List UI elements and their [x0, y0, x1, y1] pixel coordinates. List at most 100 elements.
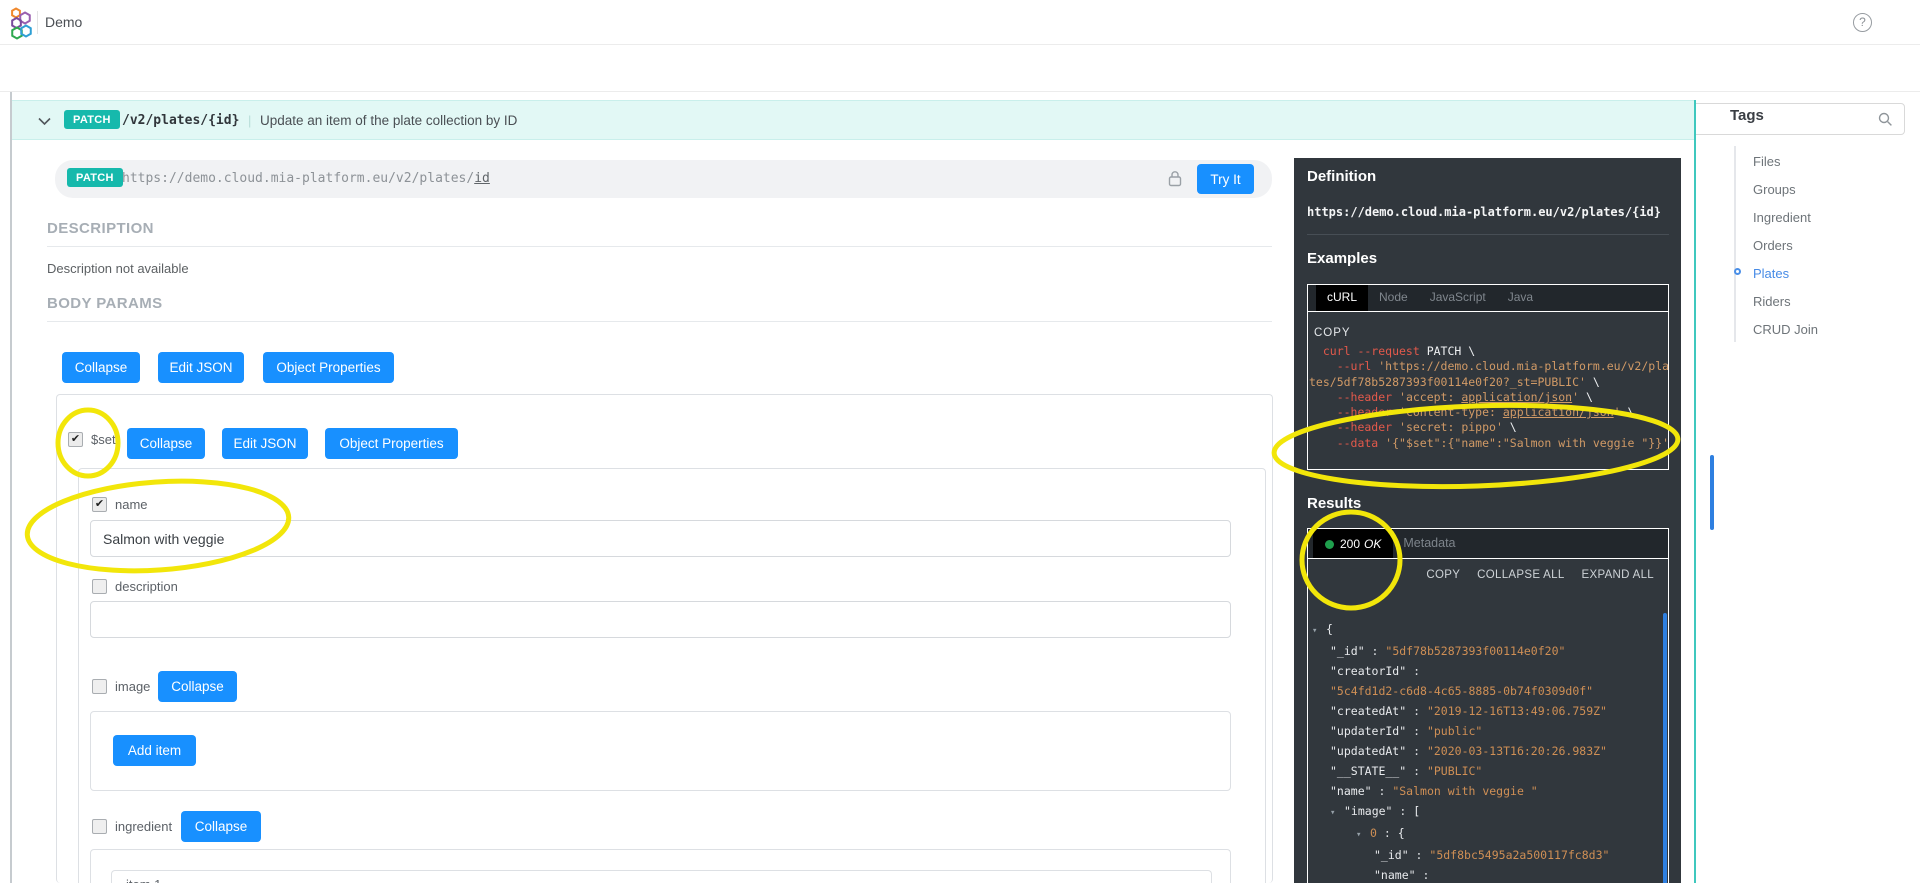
examples-tab-curl[interactable]: cURL — [1316, 285, 1368, 311]
logo-divider — [37, 11, 38, 34]
try-it-button[interactable]: Try It — [1197, 164, 1254, 194]
tag-item-plates[interactable]: Plates — [1753, 259, 1818, 287]
description-field-label: description — [115, 579, 178, 594]
ingredient-item-panel: item 1 — [111, 870, 1212, 883]
curl-code-line: --header 'content-type: application/json… — [1309, 405, 1669, 420]
tag-item-ingredient[interactable]: Ingredient — [1753, 203, 1818, 231]
definition-url: https://demo.cloud.mia-platform.eu/v2/pl… — [1307, 205, 1661, 219]
description-heading: DESCRIPTION — [47, 220, 1272, 247]
documentation-panel: Definition https://demo.cloud.mia-platfo… — [1294, 158, 1681, 883]
tag-item-files[interactable]: Files — [1753, 147, 1818, 175]
endpoint-header[interactable]: PATCH /v2/plates/{id} | Update an item o… — [12, 100, 1694, 140]
results-heading: Results — [1307, 495, 1361, 512]
name-checkbox[interactable]: ✔ — [92, 497, 107, 512]
json-line: ▾"image" : [ — [1312, 801, 1637, 823]
set-edit-json-button[interactable]: Edit JSON — [222, 428, 308, 459]
examples-copy-button[interactable]: COPY — [1314, 327, 1351, 339]
request-url: https://demo.cloud.mia-platform.eu/v2/pl… — [122, 171, 490, 186]
results-copy-button[interactable]: COPY — [1426, 569, 1460, 581]
status-text: OK — [1364, 537, 1381, 551]
json-line: "_id" : "5df78b5287393f00114e0f20" — [1312, 641, 1637, 661]
results-box: 200 OK Metadata COPY COLLAPSE ALL EXPAND A… — [1307, 528, 1669, 883]
ingredient-array-panel: item 1 — [90, 849, 1231, 883]
image-collapse-button[interactable]: Collapse — [158, 671, 237, 702]
tags-list: FilesGroupsIngredientOrdersPlatesRidersC… — [1753, 147, 1818, 343]
ingredient-field-label: ingredient — [115, 819, 172, 834]
collapse-button[interactable]: Collapse — [62, 352, 140, 383]
endpoint-card-left-border — [10, 92, 12, 883]
status-code: 200 — [1340, 537, 1360, 551]
endpoint-card-right-border — [1694, 100, 1696, 883]
curl-code-block: curl --request PATCH \ --url 'https://de… — [1309, 344, 1669, 451]
tag-item-crud-join[interactable]: CRUD Join — [1753, 315, 1818, 343]
examples-tab-node[interactable]: Node — [1368, 285, 1419, 311]
search-icon[interactable] — [1878, 112, 1893, 127]
set-field-label: $set — [91, 432, 116, 447]
method-badge: PATCH — [67, 168, 123, 187]
description-checkbox[interactable] — [92, 579, 107, 594]
url-id-param: id — [474, 171, 490, 186]
help-icon[interactable]: ? — [1853, 13, 1872, 32]
results-collapse-all-button[interactable]: COLLAPSE ALL — [1477, 569, 1564, 581]
examples-tab-java[interactable]: Java — [1497, 285, 1544, 311]
object-properties-button[interactable]: Object Properties — [263, 352, 394, 383]
json-line: "creatorId" : — [1312, 661, 1637, 681]
curl-code-line: --header 'secret: pippo' \ — [1309, 420, 1669, 435]
examples-tab-javascript[interactable]: JavaScript — [1419, 285, 1497, 311]
ingredient-item-label: item 1 — [126, 877, 161, 883]
curl-code-line: --header 'accept: application/json' \ — [1309, 390, 1669, 405]
request-url-bar: PATCH https://demo.cloud.mia-platform.eu… — [55, 160, 1272, 198]
image-field-label: image — [115, 679, 150, 694]
curl-code-line: curl --request PATCH \ — [1309, 344, 1669, 359]
name-field-label: name — [115, 497, 148, 512]
results-expand-all-button[interactable]: EXPAND ALL — [1582, 569, 1654, 581]
header-separator: | — [248, 113, 251, 128]
ingredient-collapse-button[interactable]: Collapse — [181, 811, 261, 842]
examples-box: cURLNodeJavaScriptJava COPY curl --reque… — [1307, 284, 1669, 470]
image-array-panel: Add item — [90, 711, 1231, 791]
endpoint-summary: Update an item of the plate collection b… — [260, 113, 517, 128]
tag-item-orders[interactable]: Orders — [1753, 231, 1818, 259]
collapse-chevron-icon[interactable] — [38, 117, 51, 126]
page-scrollbar-thumb[interactable] — [1710, 455, 1714, 530]
json-line: "5c4fd1d2-c6d8-4c65-8885-0b74f0309d0f" — [1312, 681, 1637, 701]
body-params-heading: BODY PARAMS — [47, 295, 1272, 322]
results-scrollbar-thumb[interactable] — [1663, 613, 1667, 883]
description-input[interactable] — [90, 601, 1231, 638]
json-line: "updaterId" : "public" — [1312, 721, 1637, 741]
image-checkbox[interactable] — [92, 679, 107, 694]
status-200-tab[interactable]: 200 OK — [1313, 529, 1393, 558]
response-json-tree: ▾{"_id" : "5df78b5287393f00114e0f20""cre… — [1312, 613, 1637, 883]
set-collapse-button[interactable]: Collapse — [127, 428, 205, 459]
lock-icon — [1168, 170, 1182, 187]
json-line: "__STATE__" : "PUBLIC" — [1312, 761, 1637, 781]
add-item-button[interactable]: Add item — [113, 735, 196, 766]
results-toolbar: COPY COLLAPSE ALL EXPAND ALL — [1426, 569, 1654, 581]
name-input[interactable] — [90, 520, 1231, 557]
results-tab-bar: 200 OK Metadata — [1308, 529, 1668, 559]
description-text: Description not available — [47, 261, 189, 276]
method-badge: PATCH — [64, 110, 120, 129]
mia-platform-logo-icon — [9, 6, 35, 40]
edit-json-button[interactable]: Edit JSON — [158, 352, 244, 383]
examples-tab-bar: cURLNodeJavaScriptJava — [1308, 285, 1668, 312]
tag-item-riders[interactable]: Riders — [1753, 287, 1818, 315]
expand-arrow-icon[interactable]: ▾ — [1312, 621, 1326, 641]
expand-arrow-icon[interactable]: ▾ — [1330, 803, 1344, 823]
json-line: "name" : — [1312, 865, 1637, 883]
curl-code-line: --url 'https://demo.cloud.mia-platform.e… — [1309, 359, 1669, 374]
metadata-tab[interactable]: Metadata — [1393, 529, 1465, 558]
app-title: Demo — [45, 14, 82, 30]
examples-heading: Examples — [1307, 250, 1377, 267]
ingredient-checkbox[interactable] — [92, 819, 107, 834]
status-green-dot-icon — [1325, 540, 1334, 549]
json-line: "_id" : "5df8bc5495a2a500117fc8d3" — [1312, 845, 1637, 865]
set-object-properties-button[interactable]: Object Properties — [325, 428, 458, 459]
api-portal-screen: Demo ? All Categories PATCH /v2/plates/{… — [0, 0, 1920, 883]
endpoint-path: /v2/plates/{id} — [122, 113, 239, 128]
tag-item-groups[interactable]: Groups — [1753, 175, 1818, 203]
curl-code-line: --data '{"$set":{"name":"Salmon with veg… — [1309, 436, 1669, 451]
expand-arrow-icon[interactable]: ▾ — [1356, 825, 1370, 845]
active-tag-bullet — [1734, 268, 1741, 275]
set-checkbox[interactable]: ✔ — [68, 432, 83, 447]
